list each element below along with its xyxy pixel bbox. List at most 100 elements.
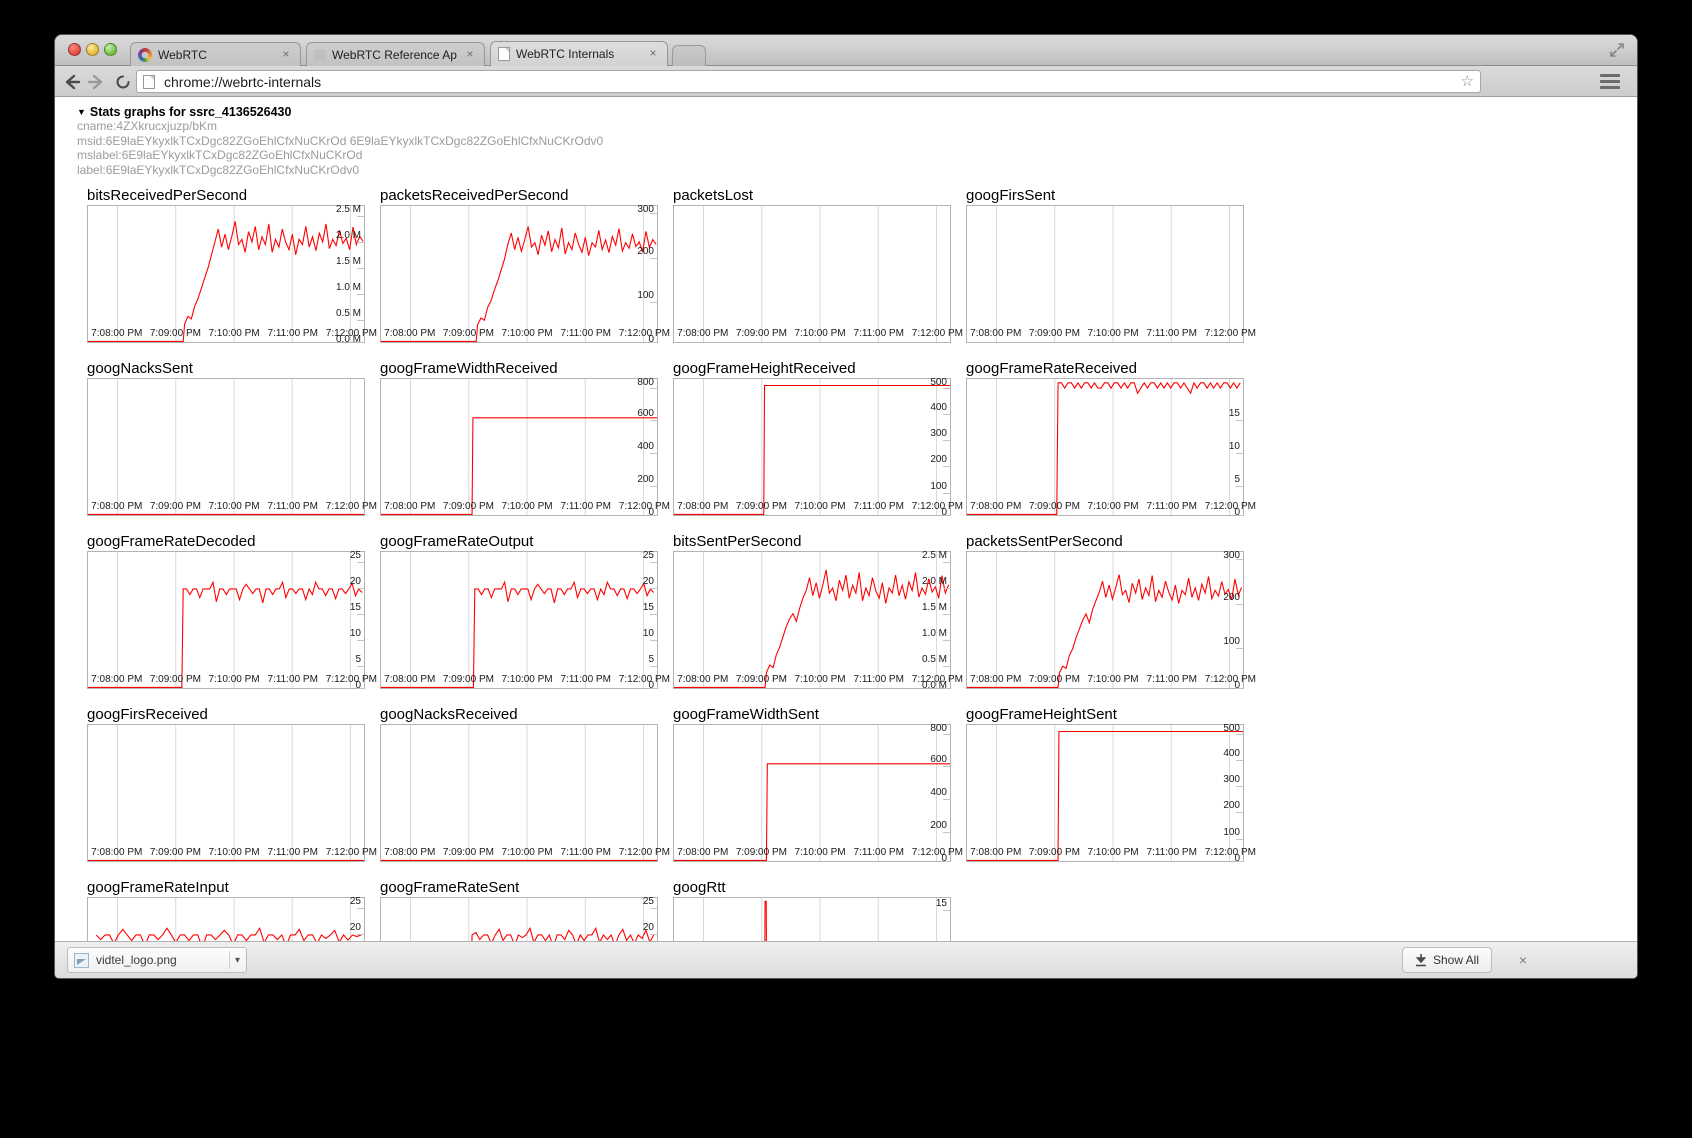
shelf-close-icon[interactable]: × xyxy=(1519,952,1527,968)
reload-button[interactable] xyxy=(111,70,135,94)
data-line xyxy=(381,582,654,687)
x-axis-label: 7:09:00 PM xyxy=(1023,501,1085,512)
y-axis-tick xyxy=(357,666,364,667)
x-axis-label: 7:10:00 PM xyxy=(203,328,265,339)
y-axis-label: 20 xyxy=(643,923,654,933)
x-axis-label: 7:08:00 PM xyxy=(965,328,1027,339)
y-axis-tick xyxy=(650,486,657,487)
y-axis-label: 600 xyxy=(637,409,654,419)
x-axis-label: 7:11:00 PM xyxy=(262,501,324,512)
y-axis-tick xyxy=(357,216,364,217)
downloaded-file-button[interactable]: vidtel_logo.png ▾ xyxy=(67,947,247,973)
download-filename: vidtel_logo.png xyxy=(96,953,224,967)
x-axis-label: 7:08:00 PM xyxy=(86,847,148,858)
y-axis-tick xyxy=(650,640,657,641)
y-axis-tick xyxy=(943,910,950,911)
divider xyxy=(229,951,230,969)
y-axis-tick xyxy=(943,666,950,667)
y-axis-label: 100 xyxy=(637,291,654,301)
chart-title: googNacksReceived xyxy=(380,707,658,724)
y-axis-tick xyxy=(650,302,657,303)
url-input[interactable] xyxy=(162,73,1461,91)
y-axis-tick xyxy=(1236,604,1243,605)
chart-plot-area: 3002001000 xyxy=(380,205,658,343)
chart-plot-area: 2520151050 xyxy=(87,551,365,689)
x-axis-label: 7:12:00 PM xyxy=(613,328,675,339)
y-axis-label: 1.0 M xyxy=(336,283,361,293)
tab-close-icon[interactable]: × xyxy=(463,48,477,62)
show-all-button[interactable]: Show All xyxy=(1402,947,1492,973)
omnibox[interactable]: ☆ xyxy=(136,70,1481,93)
back-button[interactable] xyxy=(59,70,83,94)
download-arrow-icon xyxy=(1415,954,1427,967)
x-axis-label: 7:12:00 PM xyxy=(1199,847,1261,858)
close-window-button[interactable] xyxy=(68,43,81,56)
y-axis-tick xyxy=(650,614,657,615)
x-axis-label: 7:12:00 PM xyxy=(320,847,382,858)
y-axis-tick xyxy=(943,588,950,589)
y-axis-tick xyxy=(1236,760,1243,761)
charts-grid: bitsReceivedPerSecond2.5 M2.0 M1.5 M1.0 … xyxy=(87,188,1244,941)
forward-button[interactable] xyxy=(85,70,109,94)
y-axis-tick xyxy=(943,388,950,389)
y-axis-tick xyxy=(943,799,950,800)
tab-close-icon[interactable]: × xyxy=(646,47,660,61)
y-axis-tick xyxy=(357,640,364,641)
fullscreen-resize-icon[interactable] xyxy=(1609,42,1625,58)
y-axis-label: 5 xyxy=(355,655,361,665)
x-axis-label: 7:12:00 PM xyxy=(613,674,675,685)
y-axis-label: 15 xyxy=(936,899,947,909)
chart-googNacksReceived: googNacksReceived7:08:00 PM7:09:00 PM7:1… xyxy=(380,707,658,875)
x-axis-label: 7:11:00 PM xyxy=(262,328,324,339)
chart-googRtt: googRtt1510507:08:00 PM7:09:00 PM7:10:00… xyxy=(673,880,951,941)
x-axis-label: 7:12:00 PM xyxy=(1199,501,1261,512)
tab-webrtc-reference-app[interactable]: WebRTC Reference App × xyxy=(306,42,485,66)
chart-plot-area xyxy=(380,724,658,862)
chart-title: packetsLost xyxy=(673,188,951,205)
new-tab-button[interactable] xyxy=(672,45,706,66)
y-axis-tick xyxy=(1236,812,1243,813)
x-axis-label: 7:09:00 PM xyxy=(1023,674,1085,685)
y-axis-tick xyxy=(357,342,364,343)
tab-webrtc[interactable]: WebRTC × xyxy=(130,42,301,66)
x-axis-label: 7:08:00 PM xyxy=(379,328,441,339)
data-line xyxy=(381,226,656,341)
stats-graphs-title[interactable]: ▼Stats graphs for ssrc_4136526430 xyxy=(77,105,603,119)
y-axis-label: 300 xyxy=(1223,775,1240,785)
download-caret-icon[interactable]: ▾ xyxy=(235,955,240,966)
bookmark-star-icon[interactable]: ☆ xyxy=(1461,74,1474,89)
x-axis-label: 7:10:00 PM xyxy=(1082,674,1144,685)
y-axis-label: 25 xyxy=(643,897,654,907)
chart-title: googFrameRateOutput xyxy=(380,534,658,551)
tab-close-icon[interactable]: × xyxy=(279,48,293,62)
chart-plot-area: 8006004002000 xyxy=(380,378,658,516)
y-axis-tick xyxy=(943,688,950,689)
x-axis-label: 7:10:00 PM xyxy=(203,674,265,685)
data-line xyxy=(88,582,362,687)
chrome-menu-icon[interactable] xyxy=(1600,74,1620,89)
tab-label: WebRTC xyxy=(158,48,273,62)
tab-webrtc-internals[interactable]: WebRTC Internals × xyxy=(490,41,668,66)
data-line xyxy=(88,221,363,341)
data-line xyxy=(967,575,1242,688)
data-line xyxy=(967,383,1240,515)
browser-window: WebRTC × WebRTC Reference App × WebRTC I… xyxy=(55,35,1637,978)
y-axis-tick xyxy=(650,213,657,214)
x-axis-label: 7:11:00 PM xyxy=(555,501,617,512)
zoom-window-button[interactable] xyxy=(104,43,117,56)
x-axis-label: 7:10:00 PM xyxy=(1082,328,1144,339)
x-axis-label: 7:12:00 PM xyxy=(1199,328,1261,339)
chart-packetsSentPerSecond: packetsSentPerSecond30020010007:08:00 PM… xyxy=(966,534,1244,702)
minimize-window-button[interactable] xyxy=(86,43,99,56)
chart-plot-area xyxy=(673,205,951,343)
x-axis-label: 7:08:00 PM xyxy=(672,501,734,512)
chart-title: googFrameRateDecoded xyxy=(87,534,365,551)
x-axis-label: 7:08:00 PM xyxy=(86,501,148,512)
y-axis-label: 400 xyxy=(930,788,947,798)
x-axis-label: 7:10:00 PM xyxy=(496,328,558,339)
x-axis-label: 7:12:00 PM xyxy=(320,501,382,512)
y-axis-tick xyxy=(1236,734,1243,735)
chart-bitsReceivedPerSecond: bitsReceivedPerSecond2.5 M2.0 M1.5 M1.0 … xyxy=(87,188,365,356)
y-axis-tick xyxy=(943,640,950,641)
x-axis-label: 7:12:00 PM xyxy=(906,847,968,858)
